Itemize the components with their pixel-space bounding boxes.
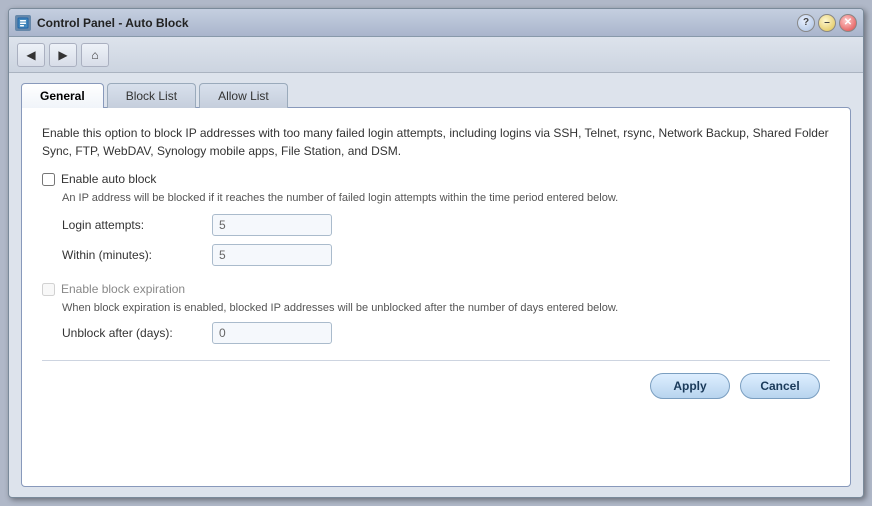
unblock-after-input[interactable]	[212, 322, 332, 344]
content-area: General Block List Allow List Enable thi…	[9, 73, 863, 497]
forward-button[interactable]: ▶	[49, 43, 77, 67]
general-panel: Enable this option to block IP addresses…	[21, 107, 851, 487]
login-attempts-input[interactable]	[212, 214, 332, 236]
enable-expiration-row: Enable block expiration	[42, 282, 830, 296]
minimize-button[interactable]: –	[818, 14, 836, 32]
enable-expiration-label: Enable block expiration	[61, 282, 185, 296]
home-button[interactable]: ⌂	[81, 43, 109, 67]
apply-button[interactable]: Apply	[650, 373, 730, 399]
footer: Apply Cancel	[42, 360, 830, 410]
tab-general[interactable]: General	[21, 83, 104, 108]
window-title: Control Panel - Auto Block	[37, 16, 791, 30]
within-minutes-label: Within (minutes):	[62, 248, 202, 262]
title-bar: Control Panel - Auto Block ? – ✕	[9, 9, 863, 37]
login-attempts-label: Login attempts:	[62, 218, 202, 232]
within-minutes-input[interactable]	[212, 244, 332, 266]
cancel-button[interactable]: Cancel	[740, 373, 820, 399]
unblock-after-label: Unblock after (days):	[62, 326, 202, 340]
expiration-hint: When block expiration is enabled, blocke…	[62, 302, 830, 314]
auto-block-hint: An IP address will be blocked if it reac…	[62, 192, 830, 204]
title-buttons: ? – ✕	[797, 14, 857, 32]
back-button[interactable]: ◀	[17, 43, 45, 67]
enable-expiration-checkbox[interactable]	[42, 283, 55, 296]
enable-auto-block-label: Enable auto block	[61, 172, 156, 186]
close-button[interactable]: ✕	[839, 14, 857, 32]
tab-allow-list[interactable]: Allow List	[199, 83, 288, 108]
tab-block-list[interactable]: Block List	[107, 83, 196, 108]
window-icon	[15, 15, 31, 31]
enable-auto-block-row: Enable auto block	[42, 172, 830, 186]
description-text: Enable this option to block IP addresses…	[42, 124, 830, 160]
tabs: General Block List Allow List	[21, 83, 851, 108]
help-button[interactable]: ?	[797, 14, 815, 32]
toolbar: ◀ ▶ ⌂	[9, 37, 863, 73]
unblock-after-row: Unblock after (days):	[62, 322, 830, 344]
login-attempts-row: Login attempts:	[62, 214, 830, 236]
within-minutes-row: Within (minutes):	[62, 244, 830, 266]
enable-auto-block-checkbox[interactable]	[42, 173, 55, 186]
main-window: Control Panel - Auto Block ? – ✕ ◀ ▶ ⌂ G…	[8, 8, 864, 498]
